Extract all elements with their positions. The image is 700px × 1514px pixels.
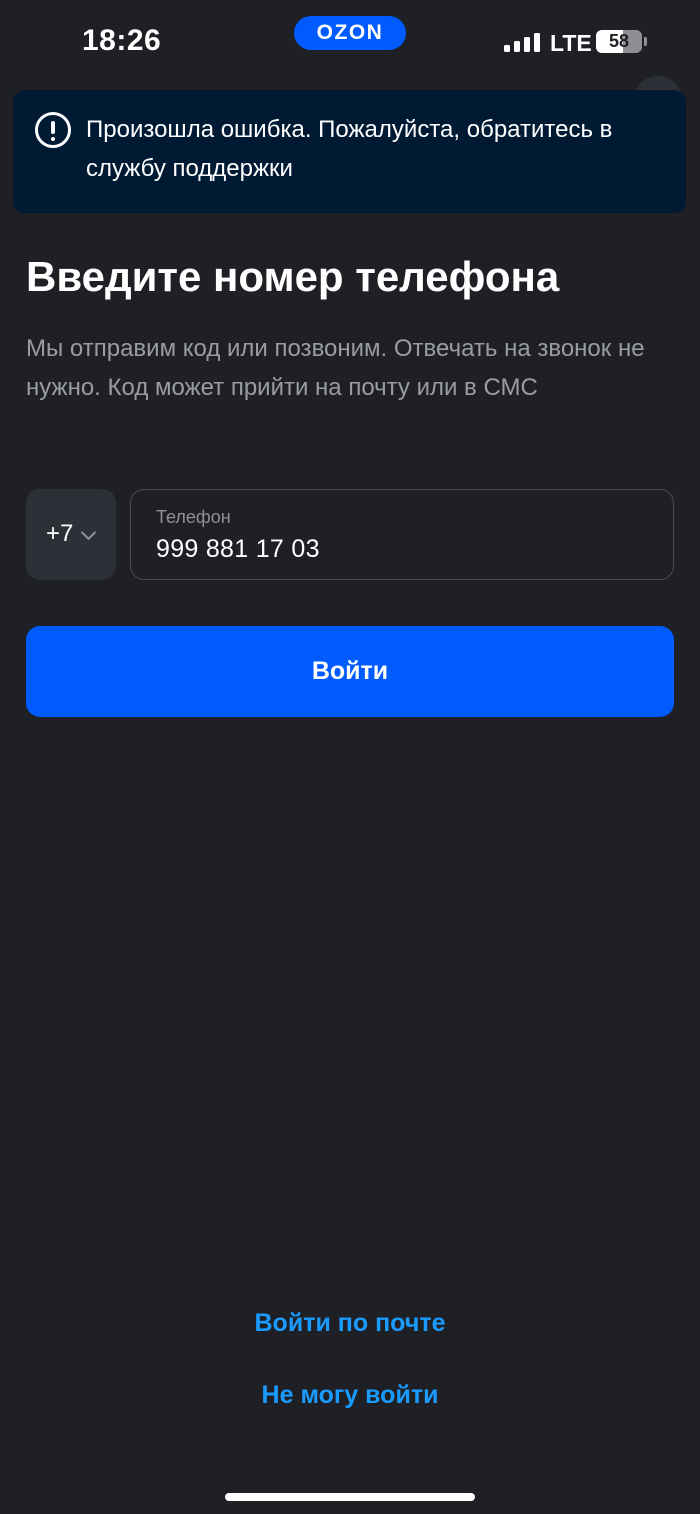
home-indicator[interactable]: [225, 1493, 475, 1501]
cant-login-link[interactable]: Не могу войти: [0, 1381, 700, 1410]
status-bar: 18:26 OZON LTE 58: [0, 0, 700, 84]
login-button[interactable]: Войти: [26, 626, 674, 717]
error-toast: Произошла ошибка. Пожалуйста, обратитесь…: [13, 90, 686, 213]
error-message: Произошла ошибка. Пожалуйста, обратитесь…: [86, 116, 613, 182]
login-by-email-link[interactable]: Войти по почте: [0, 1309, 700, 1338]
battery-level: 58: [608, 31, 630, 51]
page-subtitle: Мы отправим код или позвоним. Отвечать н…: [26, 335, 645, 401]
country-code-label: +7: [46, 520, 74, 547]
chevron-down-icon: [80, 524, 97, 541]
ozon-logo: OZON: [294, 16, 406, 50]
page-title: Введите номер телефона: [26, 253, 560, 300]
alert-circle-icon: [35, 112, 71, 148]
phone-field-label: Телефон: [156, 507, 231, 527]
phone-input[interactable]: 999 881 17 03: [156, 535, 320, 564]
signal-strength-icon: [504, 32, 542, 52]
network-type: LTE: [550, 30, 592, 56]
login-screen: 18:26 OZON LTE 58 Произошла ошибка. Пожа…: [0, 0, 700, 1514]
battery-icon: 58: [596, 30, 642, 53]
status-time: 18:26: [82, 24, 162, 57]
country-code-selector[interactable]: +7: [26, 489, 116, 580]
battery-tip: [644, 37, 647, 46]
phone-field[interactable]: Телефон 999 881 17 03: [130, 489, 674, 580]
